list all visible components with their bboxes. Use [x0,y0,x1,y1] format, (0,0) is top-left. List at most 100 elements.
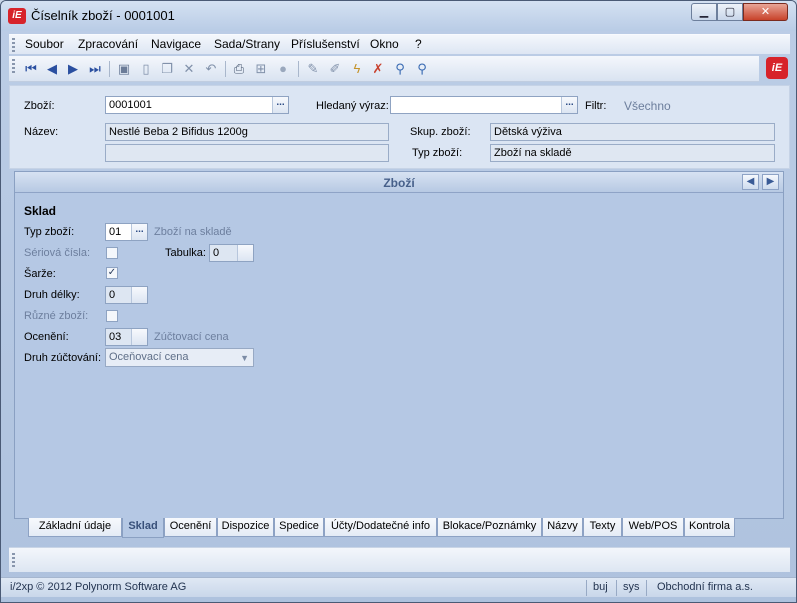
tab-dispozice[interactable]: Dispozice [217,518,274,537]
menu-okno[interactable]: Okno [370,37,399,51]
section-title: Sklad [24,204,57,218]
window-title: Číselník zboží - 0001001 [31,8,175,23]
save-icon[interactable]: ▣ [116,61,132,77]
tab-blokace-poznamky[interactable]: Blokace/Poznámky [437,518,542,537]
application-window: iE Číselník zboží - 0001001 ▁ ▢ ✕ Soubor… [0,0,797,603]
length-type-value: 0 [109,289,116,301]
panel-next-arrow-icon[interactable]: ▶ [762,174,779,190]
menu-prislusenstvi[interactable]: Příslušenství [291,37,360,51]
chevron-down-icon: ▼ [240,353,249,363]
first-record-icon[interactable]: ⏮ [23,61,39,77]
name-field-secondary [105,144,389,162]
refresh-icon[interactable]: ● [275,61,291,77]
status-user: buj [593,581,608,593]
edit-icon[interactable]: ✎ [305,61,321,77]
batch-checkbox[interactable]: ✓ [106,267,118,279]
delete-icon[interactable]: ✕ [181,61,197,77]
goods-type-label: Typ zboží: [24,226,75,238]
length-type-lookup-button[interactable] [131,287,147,303]
minimize-button[interactable]: ▁ [691,3,717,21]
various-goods-checkbox[interactable] [106,310,118,322]
tab-texty[interactable]: Texty [583,518,622,537]
type-label: Typ zboží: [412,147,463,159]
menu-sada-strany[interactable]: Sada/Strany [214,37,280,51]
item-lookup-button[interactable]: ... [272,97,288,113]
valuation-lookup-button[interactable] [131,329,147,345]
header-form: Zboží: 0001001 ... Hledaný výraz: ... Fi… [9,85,790,169]
goods-type-lookup-button[interactable]: ... [131,224,147,240]
next-record-icon[interactable]: ▶ [65,61,81,77]
valuation-hint: Zúčtovací cena [154,331,229,343]
toolbar-separator [225,61,226,77]
tab-spedice[interactable]: Spedice [274,518,324,537]
search-lookup-button[interactable]: ... [561,97,577,113]
toolbar-separator [298,61,299,77]
valuation-label: Ocenění: [24,331,69,343]
table-lookup-button[interactable] [237,245,253,261]
maximize-button[interactable]: ▢ [717,3,743,21]
status-bar: i/2xp © 2012 Polynorm Software AG buj sy… [1,577,796,597]
valuation-input[interactable]: 03 [105,328,148,346]
length-type-label: Druh délky: [24,289,80,301]
last-record-icon[interactable]: ⏭ [87,61,103,77]
search-input[interactable]: ... [390,96,578,114]
menu-soubor[interactable]: Soubor [25,37,64,51]
tab-nazvy[interactable]: Názvy [542,518,583,537]
item-input[interactable]: 0001001 ... [105,96,289,114]
menu-help[interactable]: ? [415,37,422,51]
tab-web-pos[interactable]: Web/POS [622,518,684,537]
tab-kontrola[interactable]: Kontrola [684,518,735,537]
status-system: sys [623,581,640,593]
tab-oceneni[interactable]: Ocenění [164,518,217,537]
accounting-type-select[interactable]: Oceňovací cena ▼ [105,348,254,367]
filter-label: Filtr: [585,100,607,112]
table-label: Tabulka: [165,247,206,259]
menu-navigace[interactable]: Navigace [151,37,201,51]
filter-value[interactable]: Všechno [624,99,671,113]
tab-zakladni-udaje[interactable]: Základní údaje [28,518,122,537]
panel-title: Zboží [383,176,415,190]
previous-record-icon[interactable]: ◀ [44,61,60,77]
table-input[interactable]: 0 [209,244,254,262]
goods-type-input[interactable]: 01 ... [105,223,148,241]
print-icon[interactable]: ⎙ [231,61,247,77]
app-logo-icon: iE [8,8,26,24]
menu-bar: Soubor Zpracování Navigace Sada/Strany P… [9,34,790,54]
tab-sklad[interactable]: Sklad [122,518,164,538]
advanced-search-icon[interactable]: ⚲ [414,61,430,77]
clear-filter-icon[interactable]: ✗ [370,61,386,77]
name-label: Název: [24,126,59,138]
search-icon[interactable]: ⚲ [392,61,408,77]
goods-panel: Zboží ◀ ▶ Sklad Typ zboží: 01 ... Zboží … [14,171,784,519]
status-company: Obchodní firma a.s. [657,581,753,593]
panel-prev-arrow-icon[interactable]: ◀ [742,174,759,190]
item-label: Zboží: [24,100,55,112]
bottom-toolbar-grip-icon[interactable] [12,553,15,567]
status-separator [616,580,617,596]
name-field: Nestlé Beba 2 Bifidus 1200g [105,123,389,141]
copy-icon[interactable]: ❐ [159,61,175,77]
group-field: Dětská výživa [490,123,775,141]
edit-alt-icon[interactable]: ✐ [327,61,343,77]
toolbar-grip-icon[interactable] [12,59,15,73]
new-icon[interactable]: ▯ [138,61,154,77]
toolbar: ⏮ ◀ ▶ ⏭ ▣ ▯ ❐ ✕ ↶ ⎙ ⊞ ● ✎ ✐ ϟ ✗ ⚲ ⚲ [9,56,759,82]
type-field: Zboží na skladě [490,144,775,162]
bottom-toolbar [9,547,790,572]
status-copyright: i/2xp © 2012 Polynorm Software AG [10,581,187,593]
length-type-input[interactable]: 0 [105,286,148,304]
menu-zpracovani[interactable]: Zpracování [78,37,138,51]
title-bar[interactable]: iE Číselník zboží - 0001001 ▁ ▢ ✕ [1,1,796,31]
serial-numbers-checkbox[interactable] [106,247,118,259]
filter-icon[interactable]: ϟ [349,61,365,77]
table-value: 0 [213,247,220,259]
tab-ucty-dodatecne-info[interactable]: Účty/Dodatečné info [324,518,437,537]
group-label: Skup. zboží: [410,126,471,138]
tree-icon[interactable]: ⊞ [253,61,269,77]
brand-logo-icon: iE [766,57,788,79]
various-goods-label: Různé zboží: [24,310,89,322]
goods-type-value: 01 [109,226,122,238]
undo-icon[interactable]: ↶ [203,61,219,77]
menu-grip-icon[interactable] [12,38,15,52]
close-button[interactable]: ✕ [743,3,788,21]
